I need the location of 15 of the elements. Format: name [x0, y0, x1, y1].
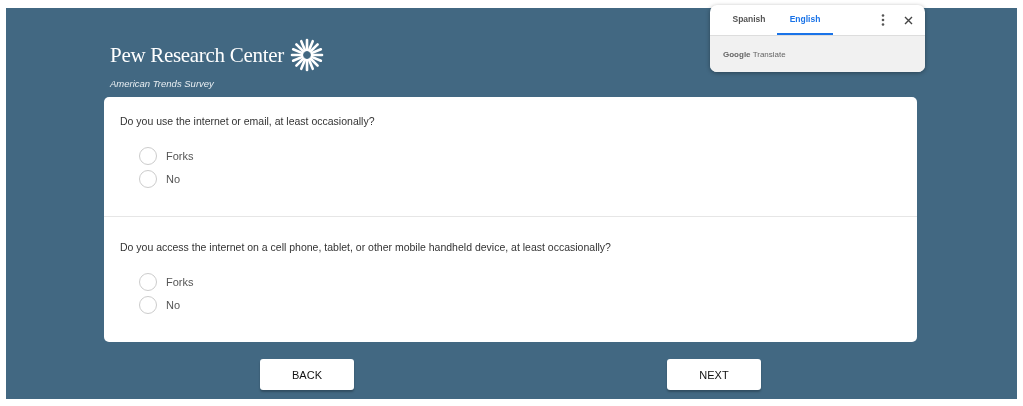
option-label: Forks — [166, 150, 194, 162]
option-label: No — [166, 173, 181, 185]
question-text: Do you access the internet on a cell phone, tablet, or other mobile handheld device, at least occasionally? — [120, 241, 612, 253]
more-options-icon[interactable] — [881, 14, 885, 26]
next-button[interactable]: NEXT — [667, 359, 761, 390]
option-label: Forks — [166, 276, 194, 288]
logo-text: Pew Research Center — [110, 42, 284, 68]
language-tab[interactable]: Spanish — [721, 5, 777, 35]
question-text: Do you use the internet or email, at least occasionally? — [120, 115, 376, 127]
google-translate-label: Google Translate — [723, 49, 786, 59]
close-icon[interactable] — [904, 15, 913, 25]
survey-subtitle: American Trends Survey — [110, 78, 215, 89]
sunburst-icon — [289, 38, 324, 72]
option-label: No — [166, 299, 181, 311]
back-button[interactable]: BACK — [260, 359, 354, 390]
